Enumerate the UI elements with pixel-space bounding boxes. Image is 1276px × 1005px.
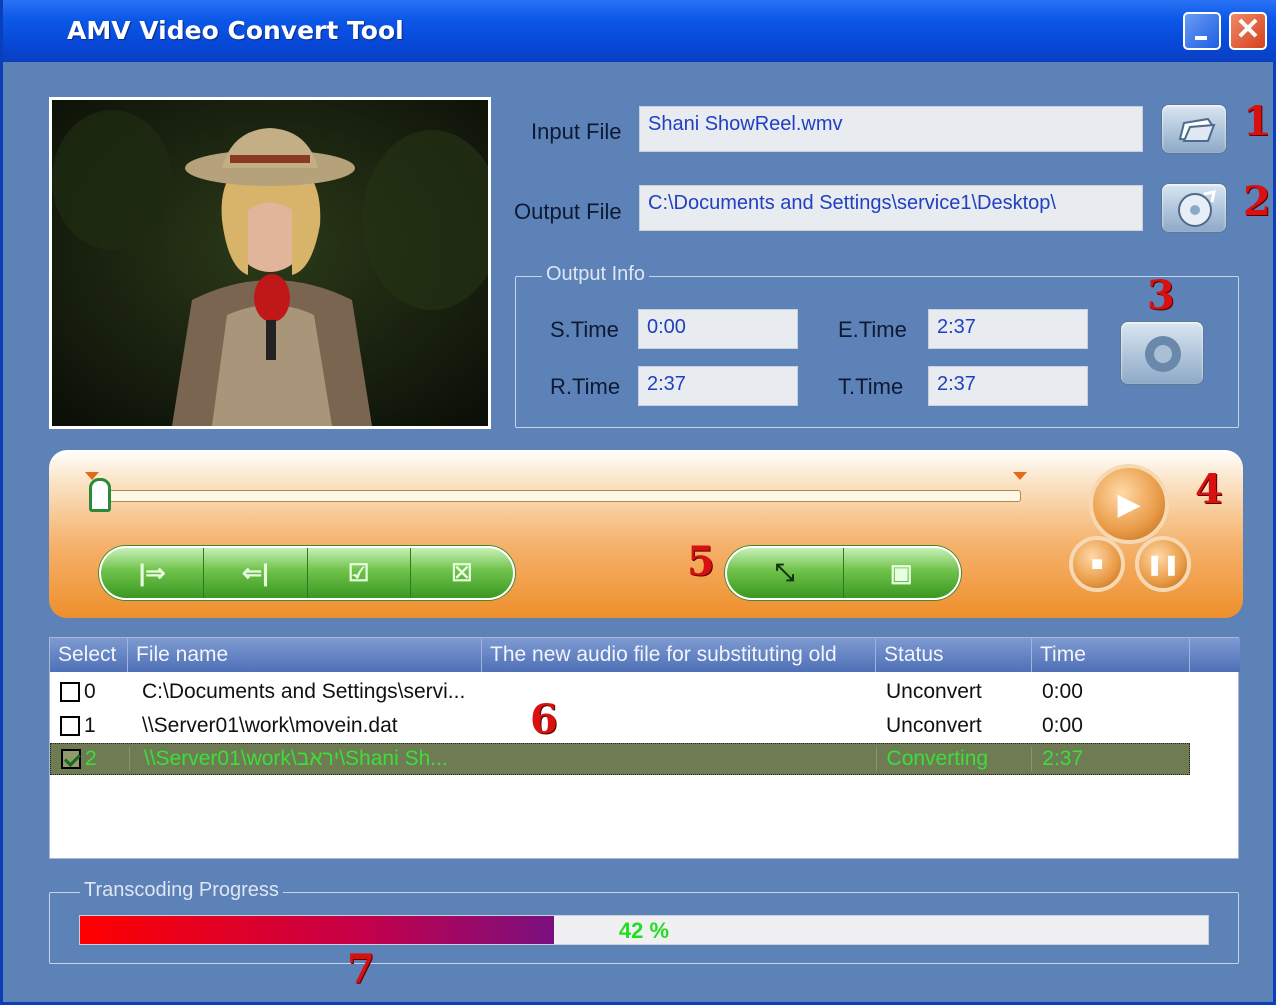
- set-start-icon: |⇒: [138, 559, 166, 587]
- r-time-field[interactable]: 2:37: [638, 366, 798, 406]
- col-audio[interactable]: The new audio file for substituting old: [482, 638, 876, 672]
- list-header: Select File name The new audio file for …: [50, 638, 1240, 672]
- col-select[interactable]: Select: [50, 638, 128, 672]
- set-end-icon: ⇐|: [241, 559, 269, 587]
- row-status: Unconvert: [886, 680, 982, 703]
- r-time-label: R.Time: [550, 374, 621, 399]
- pause-button[interactable]: ❚❚: [1135, 536, 1191, 592]
- check-box-icon: ☑: [347, 559, 370, 587]
- convert-arrows-icon: ⤡: [775, 559, 795, 586]
- select-button[interactable]: ☑: [308, 548, 411, 598]
- window-title: AMV Video Convert Tool: [67, 16, 404, 45]
- play-icon: ▶: [1117, 487, 1141, 521]
- annotation-4: 4: [1195, 466, 1223, 513]
- output-info-label: Output Info: [542, 263, 649, 286]
- deselect-button[interactable]: ☒: [411, 548, 513, 598]
- stop-icon: ■: [1090, 552, 1104, 575]
- e-time-field[interactable]: 2:37: [928, 309, 1088, 349]
- t-time-field[interactable]: 2:37: [928, 366, 1088, 406]
- set-start-button[interactable]: |⇒: [101, 548, 205, 598]
- row-time: 0:00: [1042, 714, 1083, 737]
- progress-text: 42 %: [618, 918, 670, 943]
- settings-button[interactable]: [1120, 321, 1204, 385]
- folder-icon: [1178, 117, 1216, 143]
- preview-image: [52, 100, 488, 426]
- app-window: AMV Video Convert Tool ✕ Input File Shan…: [0, 0, 1276, 1005]
- row-file-name: \\Server01\work\יראב\Shani Sh...: [128, 747, 482, 771]
- convert-button[interactable]: ⤡: [727, 548, 844, 598]
- input-file-field[interactable]: Shani ShowReel.wmv: [639, 106, 1143, 152]
- col-file-name[interactable]: File name: [128, 638, 482, 672]
- row-time: 2:37: [1031, 747, 1189, 771]
- row-status: Unconvert: [886, 714, 982, 737]
- row-checkbox[interactable]: [60, 682, 80, 703]
- progress-label: Transcoding Progress: [80, 879, 283, 902]
- pause-icon: ❚❚: [1146, 553, 1180, 576]
- row-index: 2: [85, 747, 97, 770]
- row-file-name: \\Server01\work\movein.dat: [142, 714, 398, 737]
- seek-thumb[interactable]: [89, 478, 111, 512]
- table-row[interactable]: 1 \\Server01\work\movein.dat Unconvert 0…: [50, 710, 1190, 742]
- row-time: 0:00: [1042, 680, 1083, 703]
- close-button[interactable]: ✕: [1229, 12, 1267, 50]
- s-time-label: S.Time: [550, 317, 619, 342]
- s-time-field[interactable]: 0:00: [638, 309, 798, 349]
- row-checkbox[interactable]: [61, 749, 81, 770]
- annotation-1: 1: [1243, 98, 1271, 145]
- set-end-button[interactable]: ⇐|: [204, 548, 308, 598]
- output-folder-button[interactable]: [1161, 183, 1227, 233]
- gear-icon: [1145, 336, 1181, 372]
- output-file-field[interactable]: C:\Documents and Settings\service1\Deskt…: [639, 185, 1143, 231]
- col-time[interactable]: Time: [1032, 638, 1190, 672]
- player-panel: |⇒ ⇐| ☑ ☒ 5 ⤡ ▣ ▶ ■ ❚❚ 4: [49, 450, 1243, 618]
- col-status[interactable]: Status: [876, 638, 1032, 672]
- progress-bar: 42 %: [79, 915, 1209, 945]
- mark-controls: |⇒ ⇐| ☑ ☒: [99, 546, 515, 600]
- e-time-label: E.Time: [838, 317, 907, 342]
- annotation-6: 6: [530, 696, 558, 743]
- table-row-selected[interactable]: 2 \\Server01\work\יראב\Shani Sh... Conve…: [50, 743, 1190, 775]
- output-info-group: Output Info S.Time 0:00 E.Time 2:37 R.Ti…: [515, 263, 1239, 428]
- row-checkbox[interactable]: [60, 716, 80, 737]
- row-index: 0: [84, 680, 96, 703]
- client-area: Input File Shani ShowReel.wmv 1 Output F…: [11, 62, 1271, 1002]
- annotation-5: 5: [687, 538, 715, 585]
- output-file-label: Output File: [514, 199, 622, 224]
- file-list[interactable]: Select File name The new audio file for …: [49, 637, 1240, 859]
- seek-track[interactable]: [97, 490, 1021, 502]
- convert-controls: ⤡ ▣: [725, 546, 961, 600]
- end-marker[interactable]: [1013, 472, 1027, 480]
- stop-square-icon: ▣: [889, 559, 913, 587]
- cross-box-icon: ☒: [451, 559, 473, 587]
- annotation-3: 3: [1147, 272, 1175, 319]
- minimize-button[interactable]: [1183, 12, 1221, 50]
- annotation-7: 7: [347, 946, 375, 993]
- row-status: Converting: [875, 747, 1032, 771]
- row-file-name: C:\Documents and Settings\servi...: [142, 680, 466, 703]
- stop-button[interactable]: ■: [1069, 536, 1125, 592]
- open-file-button[interactable]: [1161, 104, 1227, 154]
- disc-icon: [1178, 190, 1216, 227]
- title-bar[interactable]: AMV Video Convert Tool ✕: [3, 0, 1276, 62]
- t-time-label: T.Time: [838, 374, 904, 399]
- annotation-2: 2: [1243, 178, 1271, 225]
- play-button[interactable]: ▶: [1089, 464, 1169, 544]
- video-preview: [49, 97, 491, 429]
- row-index: 1: [84, 714, 96, 737]
- input-file-label: Input File: [531, 119, 622, 144]
- stop-convert-button[interactable]: ▣: [844, 548, 960, 598]
- table-row[interactable]: 0 C:\Documents and Settings\servi... Unc…: [50, 676, 1190, 708]
